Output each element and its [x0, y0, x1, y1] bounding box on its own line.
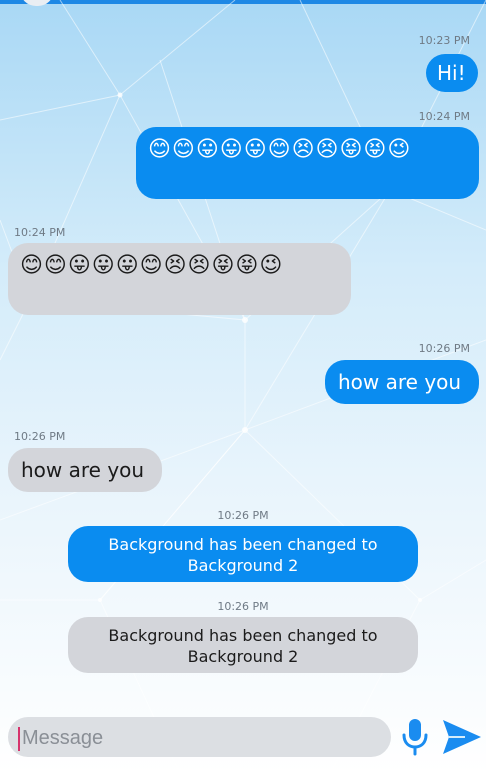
microphone-icon: [402, 719, 428, 756]
message-text: 😊😊😛😛😛😊😣😣😝😝😉: [20, 253, 284, 278]
message-text: 😊😊😛😛😛😊😣😣😝😝😉: [148, 137, 412, 162]
message-input-placeholder: Message: [22, 727, 104, 749]
message-bubble-incoming[interactable]: 😊😊😛😛😛😊😣😣😝😝😉: [8, 243, 351, 315]
message-timestamp: 10:24 PM: [418, 110, 470, 123]
message-bubble-outgoing[interactable]: how are you: [325, 360, 479, 404]
message-timestamp: 10:26 PM: [418, 342, 470, 355]
message-timestamp: 10:26 PM: [217, 600, 269, 613]
top-accent-bar: [0, 0, 486, 4]
message-bubble-incoming[interactable]: how are you: [8, 448, 162, 492]
message-timestamp: 10:26 PM: [14, 430, 66, 443]
text-cursor: [18, 727, 20, 751]
send-icon: [443, 720, 481, 754]
chat-screen: 10:23 PM Hi! 10:24 PM 😊😊😛😛😛😊😣😣😝😝😉 10:24 …: [0, 0, 486, 774]
message-text: how are you: [21, 458, 145, 482]
microphone-button[interactable]: [400, 716, 430, 758]
message-text: Background has been changed to Backgroun…: [108, 535, 378, 575]
send-button[interactable]: [441, 718, 483, 756]
message-bubble-outgoing[interactable]: Background has been changed to Backgroun…: [68, 526, 418, 582]
message-text: Background has been changed to Backgroun…: [108, 626, 378, 666]
message-bubble-outgoing[interactable]: 😊😊😛😛😛😊😣😣😝😝😉: [136, 127, 479, 199]
message-timestamp: 10:23 PM: [418, 34, 470, 47]
message-bubble-outgoing[interactable]: Hi!: [426, 54, 478, 92]
message-text: how are you: [338, 370, 462, 394]
message-text: Hi!: [437, 61, 466, 85]
message-timestamp: 10:26 PM: [217, 509, 269, 522]
message-bubble-incoming[interactable]: Background has been changed to Backgroun…: [68, 617, 418, 673]
message-timestamp: 10:24 PM: [14, 226, 66, 239]
